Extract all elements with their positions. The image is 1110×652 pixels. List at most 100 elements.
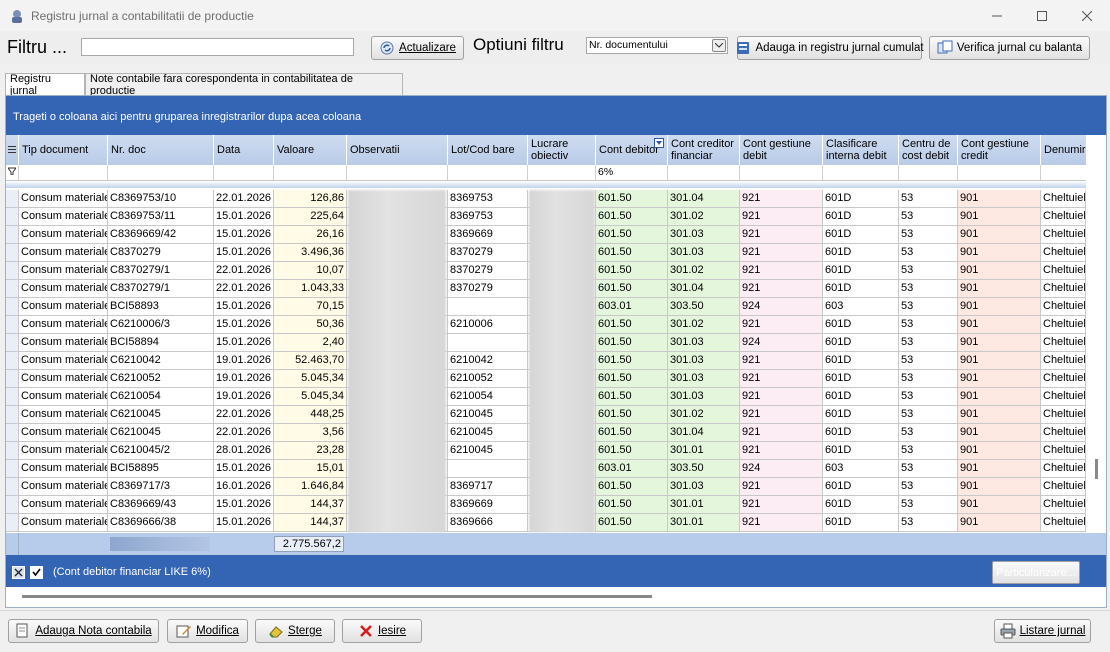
cell-tip-document[interactable]: Consum materiale	[19, 316, 108, 334]
maximize-button[interactable]	[1019, 0, 1065, 31]
cell-cont-gestiune-credit[interactable]: 901	[958, 424, 1041, 442]
filter-cell[interactable]	[19, 165, 108, 180]
cell-tip-document[interactable]: Consum materiale	[19, 334, 108, 352]
cell-lot-cod-bare[interactable]: 6210006	[448, 316, 528, 334]
cell-centru-cost[interactable]: 53	[899, 496, 958, 514]
vertical-scrollbar[interactable]	[1095, 459, 1098, 479]
cell-clasificare[interactable]: 601D	[823, 496, 899, 514]
cell-centru-cost[interactable]: 53	[899, 406, 958, 424]
filter-cell[interactable]	[108, 165, 214, 180]
cell-valoare[interactable]: 23,28	[274, 442, 347, 460]
cell-cont-creditor[interactable]: 301.03	[668, 226, 740, 244]
cell-cont-gestiune-debit[interactable]: 921	[740, 370, 823, 388]
cell-cont-gestiune-credit[interactable]: 901	[958, 388, 1041, 406]
cell-tip-document[interactable]: Consum materiale	[19, 496, 108, 514]
cell-data[interactable]: 16.01.2026	[214, 478, 274, 496]
column-header-data[interactable]: Data	[214, 135, 274, 165]
cell-centru-cost[interactable]: 53	[899, 514, 958, 532]
cell-valoare[interactable]: 5.045,34	[274, 370, 347, 388]
cell-cont-gestiune-credit[interactable]: 901	[958, 280, 1041, 298]
cell-cont-creditor[interactable]: 301.03	[668, 388, 740, 406]
column-header-tip-document[interactable]: Tip document	[19, 135, 108, 165]
cell-clasificare[interactable]: 601D	[823, 334, 899, 352]
cell-data[interactable]: 28.01.2026	[214, 442, 274, 460]
tab-registru-jurnal[interactable]: Registru jurnal	[5, 73, 85, 97]
cell-cont-gestiune-debit[interactable]: 921	[740, 208, 823, 226]
row-selector[interactable]	[6, 334, 19, 352]
cell-cont-creditor[interactable]: 301.02	[668, 406, 740, 424]
cell-denumire[interactable]: Cheltuieli	[1041, 190, 1086, 208]
cell-cont-debitor[interactable]: 601.50	[596, 352, 668, 370]
cell-lot-cod-bare[interactable]: 8370279	[448, 244, 528, 262]
cell-centru-cost[interactable]: 53	[899, 442, 958, 460]
column-chooser-icon[interactable]	[6, 135, 19, 165]
cell-cont-gestiune-credit[interactable]: 901	[958, 370, 1041, 388]
row-selector[interactable]	[6, 370, 19, 388]
cell-cont-debitor[interactable]: 601.50	[596, 316, 668, 334]
cell-clasificare[interactable]: 601D	[823, 280, 899, 298]
cell-data[interactable]: 22.01.2026	[214, 262, 274, 280]
cell-nr-doc[interactable]: C6210045/2	[108, 442, 214, 460]
column-header-cont-gestiune-credit[interactable]: Cont gestiune credit	[958, 135, 1041, 165]
cell-data[interactable]: 22.01.2026	[214, 424, 274, 442]
cell-cont-creditor[interactable]: 301.01	[668, 496, 740, 514]
cell-valoare[interactable]: 144,37	[274, 514, 347, 532]
row-selector[interactable]	[6, 208, 19, 226]
cell-cont-creditor[interactable]: 301.02	[668, 208, 740, 226]
cell-clasificare[interactable]: 601D	[823, 316, 899, 334]
cell-cont-gestiune-debit[interactable]: 921	[740, 316, 823, 334]
cell-denumire[interactable]: Cheltuieli	[1041, 406, 1086, 424]
cell-nr-doc[interactable]: C8369669/42	[108, 226, 214, 244]
cell-cont-debitor[interactable]: 603.01	[596, 460, 668, 478]
cell-clasificare[interactable]: 601D	[823, 208, 899, 226]
cell-clasificare[interactable]: 601D	[823, 514, 899, 532]
cell-denumire[interactable]: Cheltuieli	[1041, 244, 1086, 262]
group-by-area[interactable]: Trageti o coloana aici pentru gruparea i…	[6, 96, 1106, 135]
cell-cont-creditor[interactable]: 301.02	[668, 316, 740, 334]
cell-lot-cod-bare[interactable]: 8369669	[448, 496, 528, 514]
cell-valoare[interactable]: 70,15	[274, 298, 347, 316]
cell-cont-debitor[interactable]: 601.50	[596, 280, 668, 298]
row-selector[interactable]	[6, 262, 19, 280]
cell-cont-creditor[interactable]: 301.03	[668, 370, 740, 388]
cell-lot-cod-bare[interactable]: 8370279	[448, 262, 528, 280]
cell-lot-cod-bare[interactable]: 6210054	[448, 388, 528, 406]
cell-data[interactable]: 15.01.2026	[214, 334, 274, 352]
cell-nr-doc[interactable]: C6210045	[108, 406, 214, 424]
cell-cont-gestiune-debit[interactable]: 921	[740, 514, 823, 532]
cell-cont-gestiune-debit[interactable]: 921	[740, 442, 823, 460]
cell-data[interactable]: 15.01.2026	[214, 496, 274, 514]
cell-cont-gestiune-credit[interactable]: 901	[958, 352, 1041, 370]
cell-nr-doc[interactable]: C6210006/3	[108, 316, 214, 334]
cell-tip-document[interactable]: Consum materiale	[19, 352, 108, 370]
filter-cell[interactable]	[958, 165, 1041, 180]
column-header-nr-doc[interactable]: Nr. doc	[108, 135, 214, 165]
row-selector[interactable]	[6, 442, 19, 460]
cell-cont-debitor[interactable]: 601.50	[596, 370, 668, 388]
cell-nr-doc[interactable]: C8369753/10	[108, 190, 214, 208]
cell-denumire[interactable]: Cheltuieli	[1041, 262, 1086, 280]
cell-clasificare[interactable]: 601D	[823, 226, 899, 244]
cell-clasificare[interactable]: 601D	[823, 388, 899, 406]
cell-nr-doc[interactable]: C6210045	[108, 424, 214, 442]
cell-lot-cod-bare[interactable]: 6210052	[448, 370, 528, 388]
modifica-button[interactable]: Modifica	[167, 619, 248, 643]
cell-cont-gestiune-credit[interactable]: 901	[958, 190, 1041, 208]
cell-centru-cost[interactable]: 53	[899, 262, 958, 280]
cell-valoare[interactable]: 126,86	[274, 190, 347, 208]
cell-cont-debitor[interactable]: 601.50	[596, 496, 668, 514]
cell-centru-cost[interactable]: 53	[899, 334, 958, 352]
cell-cont-debitor[interactable]: 601.50	[596, 244, 668, 262]
cell-cont-gestiune-credit[interactable]: 901	[958, 298, 1041, 316]
filter-cell[interactable]	[448, 165, 528, 180]
cell-tip-document[interactable]: Consum materiale	[19, 190, 108, 208]
cell-tip-document[interactable]: Consum materiale	[19, 244, 108, 262]
actualizare-button[interactable]: Actualizare	[371, 36, 464, 60]
cell-data[interactable]: 15.01.2026	[214, 208, 274, 226]
cell-lot-cod-bare[interactable]: 6210042	[448, 352, 528, 370]
cell-cont-gestiune-credit[interactable]: 901	[958, 460, 1041, 478]
cell-valoare[interactable]: 1.043,33	[274, 280, 347, 298]
cell-valoare[interactable]: 225,64	[274, 208, 347, 226]
cell-nr-doc[interactable]: C6210054	[108, 388, 214, 406]
cell-cont-gestiune-debit[interactable]: 924	[740, 334, 823, 352]
